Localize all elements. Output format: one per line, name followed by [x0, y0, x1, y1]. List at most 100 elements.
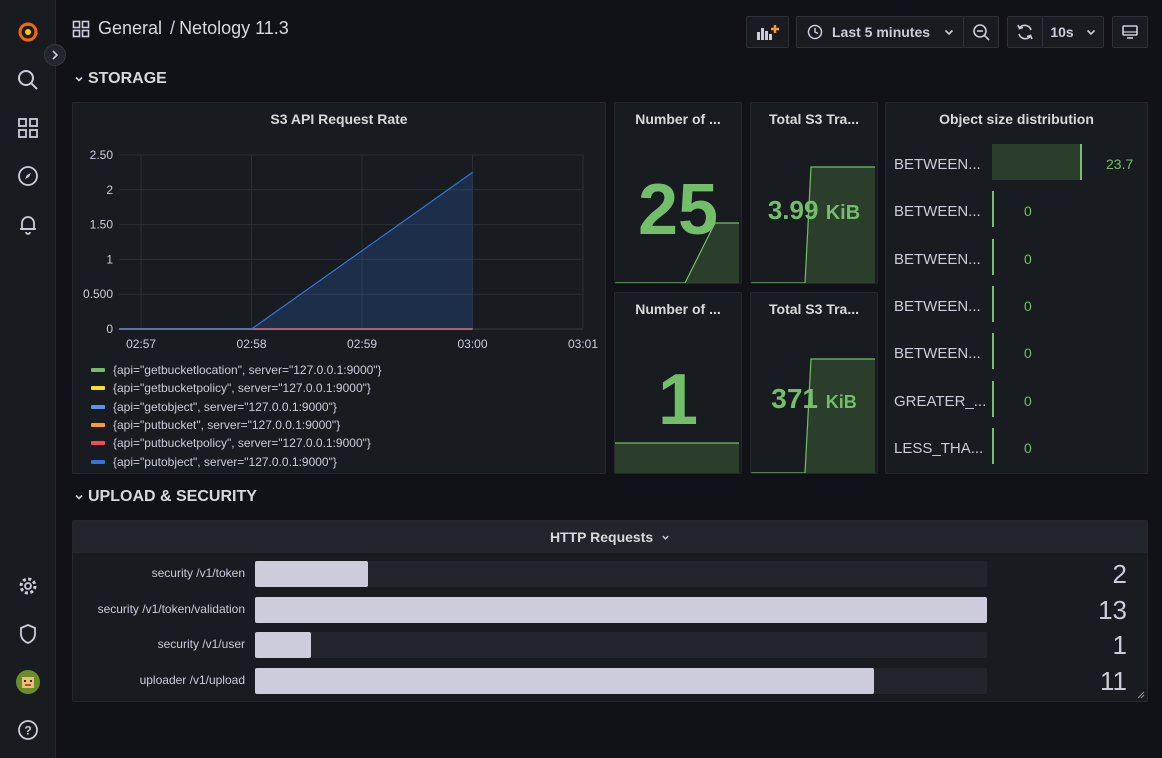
chevron-down-icon — [1086, 29, 1095, 36]
explore-compass-icon[interactable] — [14, 162, 42, 190]
panel-s3-api-request-rate[interactable]: S3 API Request Rate 2.50 2 1.50 1 0.500 0 02:5… — [72, 102, 606, 474]
chevron-down-icon — [75, 494, 83, 500]
legend-label: {api="putbucketpolicy", server="127.0.0.… — [113, 436, 371, 451]
dashboard-grid-icon — [72, 20, 90, 37]
legend-item[interactable]: {api="putbucketpolicy", server="127.0.0.… — [91, 436, 371, 450]
time-range-picker[interactable]: Last 5 minutes — [796, 16, 964, 48]
http-bar-track — [255, 632, 987, 658]
stat-value-row: 371 KiB — [751, 383, 877, 415]
y-tick-label: 0.500 — [83, 287, 113, 301]
chevron-down-icon — [75, 76, 83, 82]
panel-total-s3-traffic-sent[interactable]: Total S3 Tra... 371 KiB — [750, 292, 878, 474]
distribution-value: 0 — [1024, 297, 1032, 314]
refresh-interval-picker[interactable]: 10s — [1042, 16, 1104, 48]
legend-item[interactable]: {api="putobject", server="127.0.0.1:9000… — [91, 455, 337, 469]
panel-total-s3-traffic-received[interactable]: Total S3 Tra... 3.99 KiB — [750, 102, 878, 284]
http-request-label: uploader /v1/upload — [139, 672, 245, 687]
y-tick-label: 2 — [106, 183, 113, 197]
legend-swatch — [91, 459, 105, 464]
grafana-logo-icon[interactable] — [14, 18, 42, 46]
distribution-value: 23.7 — [1106, 156, 1134, 172]
stat-sparkline — [751, 166, 875, 283]
x-tick-label: 03:01 — [568, 337, 598, 351]
panel-header-menu[interactable]: HTTP Requests — [73, 521, 1147, 553]
distribution-value: 0 — [1024, 392, 1032, 409]
legend-item[interactable]: {api="getobject", server="127.0.0.1:9000… — [91, 400, 337, 414]
distribution-bar — [992, 333, 994, 370]
help-icon[interactable]: ? — [14, 716, 42, 744]
search-icon[interactable] — [14, 66, 42, 94]
stat-value: 1 — [657, 360, 699, 440]
chevron-down-icon — [944, 29, 954, 36]
distribution-value: 0 — [1024, 345, 1032, 362]
http-request-value: 2 — [1112, 559, 1127, 589]
http-request-row: uploader /v1/upload 11 — [73, 665, 1147, 696]
x-tick-label: 02:58 — [237, 337, 267, 351]
legend-swatch — [91, 441, 105, 446]
zoom-out-button[interactable] — [963, 16, 999, 48]
row-storage-toggle[interactable]: STORAGE — [74, 70, 167, 88]
distribution-bar — [992, 380, 994, 417]
user-avatar[interactable] — [14, 668, 42, 696]
distribution-row: BETWEEN... 0 — [894, 191, 1147, 231]
http-bar-fill — [255, 632, 312, 658]
breadcrumb-folder[interactable]: General — [98, 18, 162, 39]
chevron-down-icon — [662, 535, 669, 540]
distribution-label: LESS_THA... — [894, 439, 984, 457]
http-request-row: security /v1/token/validation 13 — [73, 595, 1147, 625]
panel-object-size-distribution[interactable]: Object size distribution BETWEEN... 23.7 B… — [885, 102, 1148, 474]
legend-item[interactable]: {api="putbucket", server="127.0.0.1:9000… — [91, 418, 340, 432]
panel-title: S3 API Request Rate — [270, 111, 408, 127]
distribution-label: BETWEEN... — [894, 156, 981, 173]
row-upload-security-toggle[interactable]: UPLOAD & SECURITY — [74, 488, 257, 506]
configuration-gear-icon[interactable] — [14, 572, 42, 600]
distribution-bar — [992, 427, 994, 464]
zoom-out-icon — [973, 24, 990, 41]
alerting-bell-icon[interactable] — [14, 210, 42, 238]
add-panel-button[interactable] — [746, 16, 789, 48]
panel-number-of-objects[interactable]: Number of ... 1 — [614, 292, 742, 474]
view-mode-button[interactable] — [1112, 16, 1148, 48]
http-request-value: 11 — [1100, 665, 1127, 696]
http-request-row: security /v1/user 1 — [73, 630, 1147, 660]
legend-item[interactable]: {api="getbucketlocation", server="127.0.… — [91, 363, 382, 377]
svg-text:?: ? — [24, 724, 31, 738]
server-admin-shield-icon[interactable] — [14, 620, 42, 648]
dashboards-icon[interactable] — [14, 114, 42, 142]
breadcrumb-dashboard-title[interactable]: Netology 11.3 — [179, 18, 289, 39]
legend-item[interactable]: {api="getbucketpolicy", server="127.0.0.… — [91, 381, 371, 395]
clock-icon — [807, 24, 823, 40]
stat-value-row: 3.99 KiB — [751, 195, 877, 226]
distribution-label: BETWEEN... — [894, 345, 981, 363]
distribution-row: LESS_THA... 0 — [894, 427, 1147, 468]
monitor-icon — [1122, 25, 1138, 39]
stat-value: 3.99 — [767, 195, 819, 225]
resize-handle-icon[interactable] — [1137, 691, 1145, 699]
x-tick-label: 02:57 — [126, 337, 156, 351]
refresh-icon — [1017, 24, 1033, 40]
y-tick-label: 1 — [106, 252, 113, 266]
panel-number-of-buckets[interactable]: Number of ... 25 — [614, 102, 742, 284]
legend-label: {api="getbucketpolicy", server="127.0.0.… — [113, 381, 371, 396]
http-request-label: security /v1/token/validation — [97, 601, 245, 616]
distribution-row: BETWEEN... 0 — [894, 238, 1147, 279]
breadcrumb-separator: / — [170, 18, 176, 38]
add-panel-icon — [756, 25, 779, 40]
sidebar-expand-button[interactable] — [44, 44, 66, 66]
legend-swatch — [91, 386, 105, 391]
y-tick-label: 2.50 — [90, 148, 114, 162]
legend-label: {api="getobject", server="127.0.0.1:9000… — [113, 399, 337, 414]
distribution-label: BETWEEN... — [894, 203, 981, 221]
legend-swatch — [91, 368, 105, 372]
legend-swatch — [91, 404, 105, 409]
distribution-value: 0 — [1024, 203, 1032, 220]
refresh-button[interactable] — [1007, 16, 1043, 48]
stat-value: 25 — [637, 170, 719, 250]
dashboard-navbar: General / Netology 11.3 Last 5 minutes 1… — [56, 0, 1162, 64]
http-bar-track — [255, 596, 987, 623]
panel-http-requests[interactable]: HTTP Requests security /v1/token 2 securit… — [72, 520, 1148, 702]
y-tick-label: 1.50 — [90, 218, 114, 232]
x-tick-label: 02:59 — [347, 337, 377, 351]
http-bar-fill — [255, 667, 875, 694]
distribution-bar — [992, 144, 1082, 180]
